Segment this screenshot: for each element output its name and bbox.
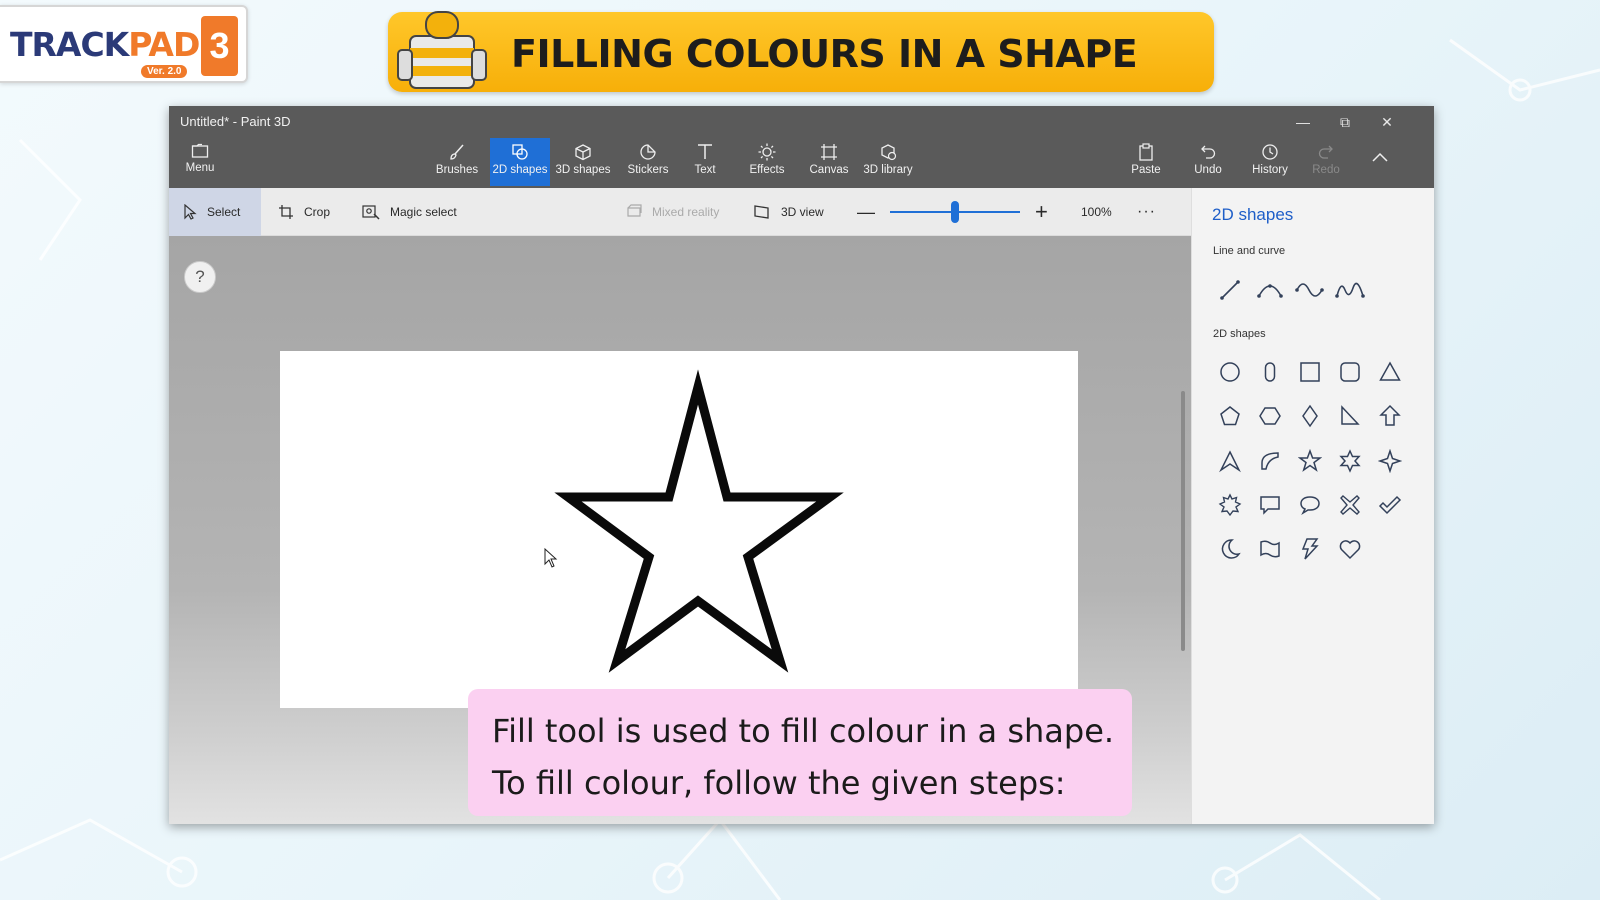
vertical-scrollbar[interactable] — [1181, 391, 1185, 651]
logo-wordmark: TRACKPAD — [10, 25, 200, 64]
diamond-shape-icon[interactable] — [1294, 400, 1326, 432]
section-line-and-curve: Line and curve — [1213, 245, 1286, 257]
crop-icon — [279, 205, 293, 219]
four-point-star-shape-icon[interactable] — [1374, 445, 1406, 477]
speech-bubble-square-icon[interactable] — [1254, 489, 1286, 521]
close-icon[interactable]: ✕ — [1370, 110, 1404, 134]
logo-number: 3 — [201, 16, 238, 76]
minimize-icon[interactable]: — — [1286, 110, 1320, 134]
window-title: Untitled* - Paint 3D — [180, 114, 291, 129]
mixed-reality-icon — [627, 204, 642, 217]
logo-version: Ver. 2.0 — [141, 65, 188, 78]
magic-select-icon — [362, 205, 380, 220]
lightning-shape-icon[interactable] — [1294, 533, 1326, 565]
more-options-button[interactable]: ··· — [1137, 188, 1156, 236]
drawing-canvas[interactable] — [280, 351, 1078, 708]
mixed-reality-button[interactable]: Mixed reality — [626, 188, 719, 236]
five-point-star-shape-icon[interactable] — [1294, 445, 1326, 477]
stickers-button[interactable]: Stickers — [620, 138, 676, 186]
text-button[interactable]: Text — [685, 138, 725, 186]
redo-icon — [1318, 145, 1333, 159]
title-bar: Untitled* - Paint 3D — ⧉ ✕ — [169, 106, 1434, 138]
pentagon-shape-icon[interactable] — [1214, 400, 1246, 432]
circle-shape-icon[interactable] — [1214, 356, 1246, 388]
tool-options-bar: Select Crop Magic select Mixed reality 3… — [169, 188, 1191, 236]
zoom-slider-thumb[interactable] — [951, 201, 959, 223]
canvas-icon — [821, 144, 837, 160]
speech-bubble-round-icon[interactable] — [1294, 489, 1326, 521]
panel-title: 2D shapes — [1212, 205, 1294, 224]
section-2d-shapes: 2D shapes — [1213, 328, 1266, 340]
quarter-circle-shape-icon[interactable] — [1254, 445, 1286, 477]
2d-shapes-button[interactable]: 2D shapes — [490, 138, 550, 186]
cursor-icon — [184, 204, 197, 220]
burst-shape-icon[interactable] — [1214, 489, 1246, 521]
canvas-button[interactable]: Canvas — [805, 138, 853, 186]
capsule-shape-icon[interactable] — [1254, 356, 1286, 388]
caption-line-1: Fill tool is used to fill colour in a sh… — [492, 712, 1115, 750]
banner-title: FILLING COLOURS IN A SHAPE — [511, 32, 1138, 76]
checkmark-shape-icon[interactable] — [1374, 489, 1406, 521]
zoom-out-button[interactable]: — — [857, 188, 875, 236]
sun-icon — [758, 143, 776, 161]
zoom-in-button[interactable]: + — [1035, 188, 1048, 236]
history-icon — [1262, 144, 1278, 160]
2d-shapes-icon — [512, 144, 528, 160]
undo-icon — [1201, 145, 1216, 159]
collapse-ribbon-button[interactable] — [1362, 138, 1398, 186]
brushes-button[interactable]: Brushes — [428, 138, 486, 186]
heart-shape-icon[interactable] — [1334, 533, 1366, 565]
magic-select-button[interactable]: Magic select — [362, 188, 457, 236]
help-button[interactable]: ? — [184, 261, 216, 293]
3d-view-icon — [754, 205, 769, 219]
history-button[interactable]: History — [1249, 138, 1291, 186]
effects-button[interactable]: Effects — [743, 138, 791, 186]
library-icon — [881, 144, 897, 161]
curve-icon[interactable] — [1254, 274, 1286, 306]
arrow-up-shape-icon[interactable] — [1374, 400, 1406, 432]
s-curve-icon[interactable] — [1294, 274, 1326, 306]
caption-line-2: To fill colour, follow the given steps: — [492, 764, 1066, 802]
undo-button[interactable]: Undo — [1190, 138, 1226, 186]
clipboard-icon — [1139, 143, 1153, 161]
lesson-title-banner: FILLING COLOURS IN A SHAPE — [388, 11, 1214, 92]
redo-button[interactable]: Redo — [1309, 138, 1343, 186]
triangle-shape-icon[interactable] — [1374, 356, 1406, 388]
trackpad-logo: TRACKPAD Ver. 2.0 3 — [0, 5, 248, 83]
select-button[interactable]: Select — [169, 188, 262, 236]
sticker-icon — [640, 144, 656, 160]
crop-button[interactable]: Crop — [278, 188, 330, 236]
hexagon-shape-icon[interactable] — [1254, 400, 1286, 432]
paste-button[interactable]: Paste — [1127, 138, 1165, 186]
star-shape[interactable] — [280, 351, 1078, 708]
line-icon[interactable] — [1214, 274, 1246, 306]
right-triangle-shape-icon[interactable] — [1334, 400, 1366, 432]
moon-shape-icon[interactable] — [1214, 533, 1246, 565]
cross-shape-icon[interactable] — [1334, 489, 1366, 521]
robot-mascot-icon — [397, 11, 487, 89]
square-shape-icon[interactable] — [1294, 356, 1326, 388]
chevron-up-icon — [1372, 152, 1388, 162]
rounded-square-shape-icon[interactable] — [1334, 356, 1366, 388]
banner-shape-icon[interactable] — [1254, 533, 1286, 565]
cube-icon — [575, 144, 591, 161]
menu-button[interactable]: Menu — [177, 138, 223, 186]
zoom-percentage[interactable]: 100% — [1081, 188, 1112, 236]
folder-icon — [191, 143, 209, 158]
3d-shapes-button[interactable]: 3D shapes — [552, 138, 614, 186]
3d-view-button[interactable]: 3D view — [753, 188, 824, 236]
mouse-pointer-icon — [544, 547, 558, 568]
3d-library-button[interactable]: 3D library — [861, 138, 915, 186]
restore-icon[interactable]: ⧉ — [1328, 110, 1362, 134]
2d-shapes-panel: 2D shapes Line and curve 2D shapes — [1191, 188, 1434, 824]
text-icon — [698, 144, 712, 159]
arrowhead-shape-icon[interactable] — [1214, 445, 1246, 477]
brush-icon — [450, 144, 464, 160]
instruction-caption: Fill tool is used to fill colour in a sh… — [468, 689, 1132, 816]
six-point-star-shape-icon[interactable] — [1334, 445, 1366, 477]
wave-curve-icon[interactable] — [1334, 274, 1366, 306]
zoom-slider[interactable] — [888, 198, 1022, 226]
ribbon: Menu Brushes 2D shapes 3D shapes Sticker… — [169, 138, 1434, 188]
